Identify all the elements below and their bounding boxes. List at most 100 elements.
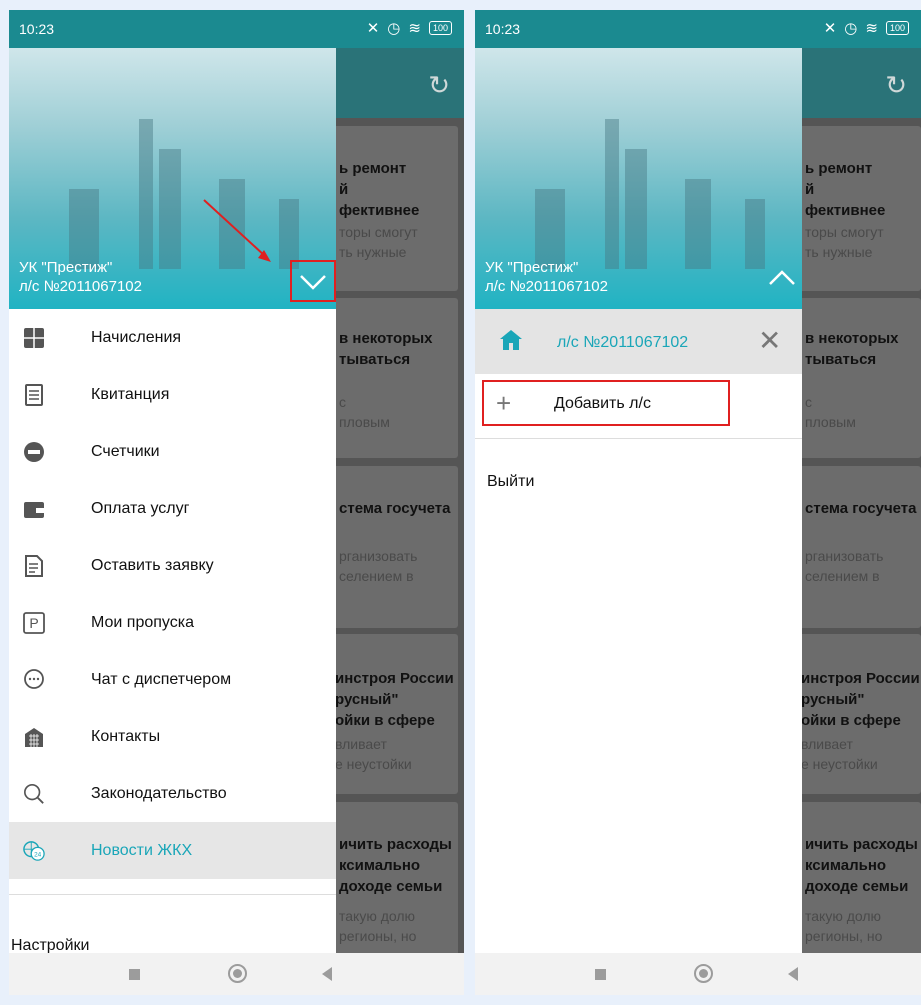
menu-label: Счетчики <box>91 442 160 460</box>
drawer-menu: Начисления Квитанция Счетчики Оплата усл… <box>9 309 336 895</box>
menu-item-chat[interactable]: Чат с диспетчером <box>9 651 336 708</box>
search-icon <box>23 783 45 805</box>
skyline-image <box>605 119 619 269</box>
menu-item-news[interactable]: 24 Новости ЖКХ <box>9 822 336 879</box>
news-24-icon: 24 <box>23 840 45 862</box>
skyline-image <box>69 189 99 269</box>
news-title: стема госучета <box>805 500 917 517</box>
menu-label: Оставить заявку <box>91 556 214 574</box>
status-bar: 10:23 ✕ ◷ ≋ 100 <box>475 10 921 48</box>
news-title: инстроя России русный" ойки в сфере <box>801 670 920 729</box>
home-icon <box>499 329 523 358</box>
refresh-icon[interactable]: ↻ <box>428 70 450 101</box>
parking-pass-icon: P <box>23 611 45 634</box>
skyline-image <box>535 189 565 269</box>
home-button[interactable] <box>228 964 247 983</box>
home-button[interactable] <box>694 964 713 983</box>
mute-icon: ✕ <box>366 20 380 37</box>
menu-item-receipt[interactable]: Квитанция <box>9 366 336 423</box>
skyline-image <box>625 149 647 269</box>
refresh-icon[interactable]: ↻ <box>885 70 907 101</box>
chevron-up-icon[interactable] <box>761 260 802 302</box>
menu-label: Оплата услуг <box>91 499 190 517</box>
battery-icon: 100 <box>885 21 909 35</box>
menu-item-payment[interactable]: Оплата услуг <box>9 480 336 537</box>
menu-label: Новости ЖКХ <box>91 841 193 859</box>
logout-button[interactable]: Выйти <box>487 473 534 491</box>
menu-label: Начисления <box>91 328 182 346</box>
skyline-image <box>685 179 711 269</box>
add-account-button[interactable]: + Добавить л/с <box>482 380 730 426</box>
skyline-image <box>159 149 181 269</box>
wifi-icon: ≋ <box>408 20 421 37</box>
menu-divider <box>475 438 802 439</box>
back-button[interactable] <box>322 967 332 981</box>
status-icons: ✕ ◷ ≋ 100 <box>824 19 909 37</box>
news-title: ь ремонт й фективнее <box>339 160 420 219</box>
news-summary: рганизовать селением в <box>339 548 418 584</box>
building-icon <box>23 726 45 748</box>
status-bar: 10:23 ✕ ◷ ≋ 100 <box>9 10 464 48</box>
back-button[interactable] <box>788 967 798 981</box>
close-icon[interactable]: ✕ <box>758 324 781 357</box>
system-nav-bar <box>9 953 464 995</box>
menu-label: Контакты <box>91 727 161 745</box>
news-title: стема госучета <box>339 500 451 517</box>
svg-text:24: 24 <box>34 851 42 858</box>
status-icons: ✕ ◷ ≋ 100 <box>367 19 452 37</box>
drawer-header: УК "Престиж" л/с №2011067102 <box>9 48 336 309</box>
menu-label: Мои пропуска <box>91 613 194 631</box>
request-document-icon <box>23 554 45 577</box>
recents-button[interactable] <box>129 969 140 980</box>
menu-label: Чат с диспетчером <box>91 670 232 688</box>
menu-item-legislation[interactable]: Законодательство <box>9 765 336 822</box>
menu-item-contacts[interactable]: Контакты <box>9 708 336 765</box>
phone-screen-left: 10:23 ✕ ◷ ≋ 100 ↻ ь ремонт й фективнее т… <box>9 10 464 995</box>
news-summary: торы смогут ть нужные <box>805 224 884 260</box>
battery-icon: 100 <box>428 21 452 35</box>
navigation-drawer: УК "Престиж" л/с №2011067102 Начисления … <box>9 48 336 954</box>
skyline-image <box>745 199 765 269</box>
menu-label: Квитанция <box>91 385 170 403</box>
alarm-icon: ◷ <box>387 20 401 37</box>
org-name: УК "Престиж" <box>19 259 113 276</box>
account-row[interactable]: л/с №2011067102 ✕ <box>475 309 802 374</box>
news-summary: с пловым <box>805 394 856 430</box>
meter-icon <box>23 441 45 463</box>
news-title: ь ремонт й фективнее <box>805 160 886 219</box>
skyline-image <box>219 179 245 269</box>
org-name: УК "Престиж" <box>485 259 579 276</box>
wifi-icon: ≋ <box>865 20 878 37</box>
news-title: инстроя России русный" ойки в сфере <box>335 670 454 729</box>
chat-icon <box>23 668 45 691</box>
navigation-drawer: УК "Престиж" л/с №2011067102 л/с №201106… <box>475 48 802 953</box>
account-number: л/с №2011067102 <box>485 278 608 295</box>
account-link[interactable]: л/с №2011067102 <box>557 334 688 352</box>
drawer-header: УК "Престиж" л/с №2011067102 <box>475 48 802 309</box>
phone-screen-right: 10:23 ✕ ◷ ≋ 100 ↻ ь ремонт й фективнее т… <box>475 10 921 995</box>
news-summary: вливает е неустойки <box>801 736 878 772</box>
calculator-icon <box>23 327 45 349</box>
menu-item-charges[interactable]: Начисления <box>9 309 336 366</box>
menu-item-request[interactable]: Оставить заявку <box>9 537 336 594</box>
status-time: 10:23 <box>485 21 521 37</box>
recents-button[interactable] <box>595 969 606 980</box>
menu-label: Законодательство <box>91 784 227 802</box>
receipt-icon <box>23 383 45 406</box>
news-title: в некоторых тываться <box>339 330 433 368</box>
news-title: ичить расходы ксимально доходе семьи <box>339 836 452 895</box>
news-title: ичить расходы ксимально доходе семьи <box>805 836 918 895</box>
chevron-down-icon[interactable] <box>290 260 336 302</box>
system-nav-bar <box>475 953 921 995</box>
news-title: в некоторых тываться <box>805 330 899 368</box>
menu-item-passes[interactable]: P Мои пропуска <box>9 594 336 651</box>
news-summary: вливает е неустойки <box>335 736 412 772</box>
skyline-image <box>279 199 299 269</box>
menu-divider <box>9 894 336 895</box>
news-summary: рганизовать селением в <box>805 548 884 584</box>
plus-icon: + <box>496 388 512 418</box>
wallet-icon <box>23 498 45 520</box>
news-summary: торы смогут ть нужные <box>339 224 418 260</box>
menu-item-meters[interactable]: Счетчики <box>9 423 336 480</box>
status-time: 10:23 <box>19 21 55 37</box>
